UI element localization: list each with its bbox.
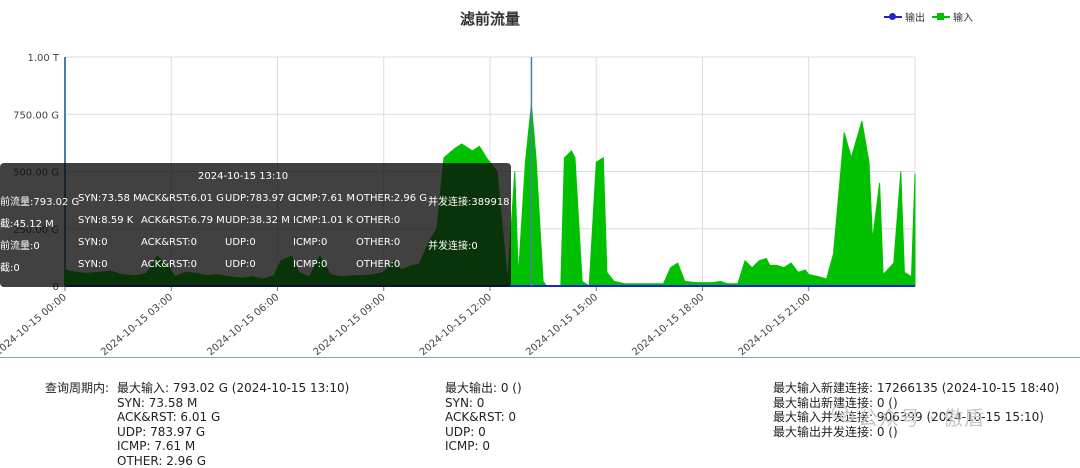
tooltip-cell: UDP:0 bbox=[225, 237, 256, 248]
watermark-text: 公众号 · 傲盾 bbox=[858, 402, 985, 431]
x-tick-label: 2024-10-15 18:00 bbox=[630, 292, 706, 357]
x-tick-label: 2024-10-15 21:00 bbox=[737, 292, 813, 357]
legend-output-swatch bbox=[884, 12, 902, 22]
tooltip-cell: ACK&RST:0 bbox=[141, 259, 197, 270]
summary-output-line: ACK&RST: 0 bbox=[445, 410, 522, 425]
period-label: 查询周期内: bbox=[45, 381, 109, 396]
tooltip-cell: OTHER:0 bbox=[356, 215, 400, 226]
legend-output-label: 输出 bbox=[905, 9, 925, 24]
legend-input-label: 输入 bbox=[953, 9, 973, 24]
legend-input-swatch bbox=[932, 12, 950, 22]
tooltip-cell: ICMP:0 bbox=[293, 259, 327, 270]
chart-title: 滤前流量 bbox=[460, 10, 520, 28]
tooltip-title: 2024-10-15 13:10 bbox=[198, 171, 288, 182]
x-tick-label: 2024-10-15 00:00 bbox=[0, 292, 69, 357]
section-divider bbox=[0, 357, 1080, 358]
summary-input-line: ACK&RST: 6.01 G bbox=[117, 410, 349, 425]
summary-output-line: ICMP: 0 bbox=[445, 439, 522, 454]
tooltip-cell: 并发连接:389918 bbox=[428, 193, 510, 208]
wechat-watermark-icon bbox=[832, 404, 854, 424]
tooltip-cell: ICMP:1.01 K bbox=[293, 215, 353, 226]
tooltip-cell: UDP:783.97 G bbox=[225, 193, 295, 204]
y-tick-label: 1.00 T bbox=[27, 53, 59, 64]
tooltip-cell: SYN:73.58 M bbox=[78, 193, 142, 204]
tooltip-cell: ICMP:0 bbox=[293, 237, 327, 248]
summary-input-line: ICMP: 7.61 M bbox=[117, 439, 349, 454]
x-tick-label: 2024-10-15 03:00 bbox=[99, 292, 175, 357]
tooltip-cell: OTHER:0 bbox=[356, 259, 400, 270]
summary-connection-line: 最大输入新建连接: 17266135 (2024-10-15 18:40) bbox=[773, 381, 1059, 396]
tooltip-cell: 并发连接:0 bbox=[428, 237, 478, 252]
tooltip-cell: SYN:8.59 K bbox=[78, 215, 133, 226]
summary-output-line: SYN: 0 bbox=[445, 396, 522, 411]
tooltip-cell: OTHER:0 bbox=[356, 237, 400, 248]
x-tick-label: 2024-10-15 06:00 bbox=[205, 292, 281, 357]
x-tick-label: 2024-10-15 09:00 bbox=[312, 292, 388, 357]
tooltip-cell: ACK&RST:0 bbox=[141, 237, 197, 248]
tooltip-cell: ICMP:7.61 M bbox=[293, 193, 355, 204]
tooltip-cell: 前流量:793.02 G bbox=[0, 193, 79, 208]
tooltip-cell: 前流量:0 bbox=[0, 237, 40, 252]
tooltip-cell: SYN:0 bbox=[78, 259, 108, 270]
tooltip-cell: ACK&RST:6.01 G bbox=[141, 193, 224, 204]
summary-input: 最大输入: 793.02 G (2024-10-15 13:10)SYN: 73… bbox=[117, 381, 349, 468]
y-tick-label: 750.00 G bbox=[13, 110, 59, 121]
chart-tooltip: 2024-10-15 13:10 前流量:793.02 GSYN:73.58 M… bbox=[0, 163, 511, 287]
summary-output-line: 最大输出: 0 () bbox=[445, 381, 522, 396]
tooltip-cell: OTHER:2.96 G bbox=[356, 193, 427, 204]
summary-output: 最大输出: 0 ()SYN: 0ACK&RST: 0UDP: 0ICMP: 0 bbox=[445, 381, 522, 454]
tooltip-cell: SYN:0 bbox=[78, 237, 108, 248]
summary-input-line: UDP: 783.97 G bbox=[117, 425, 349, 440]
legend-output[interactable]: 输出 bbox=[884, 9, 925, 24]
tooltip-cell: 截:0 bbox=[0, 259, 20, 274]
summary-input-line: 最大输入: 793.02 G (2024-10-15 13:10) bbox=[117, 381, 349, 396]
summary-input-line: SYN: 73.58 M bbox=[117, 396, 349, 411]
tooltip-cell: UDP:38.32 M bbox=[225, 215, 290, 226]
legend-input[interactable]: 输入 bbox=[932, 9, 973, 24]
x-tick-label: 2024-10-15 15:00 bbox=[524, 292, 600, 357]
tooltip-cell: ACK&RST:6.79 M bbox=[141, 215, 225, 226]
summary-input-line: OTHER: 2.96 G bbox=[117, 454, 349, 468]
tooltip-cell: 截:45.12 M bbox=[0, 215, 54, 230]
summary-period-label: 查询周期内: bbox=[45, 381, 109, 396]
tooltip-cell: UDP:0 bbox=[225, 259, 256, 270]
summary-output-line: UDP: 0 bbox=[445, 425, 522, 440]
x-tick-label: 2024-10-15 12:00 bbox=[418, 292, 494, 357]
